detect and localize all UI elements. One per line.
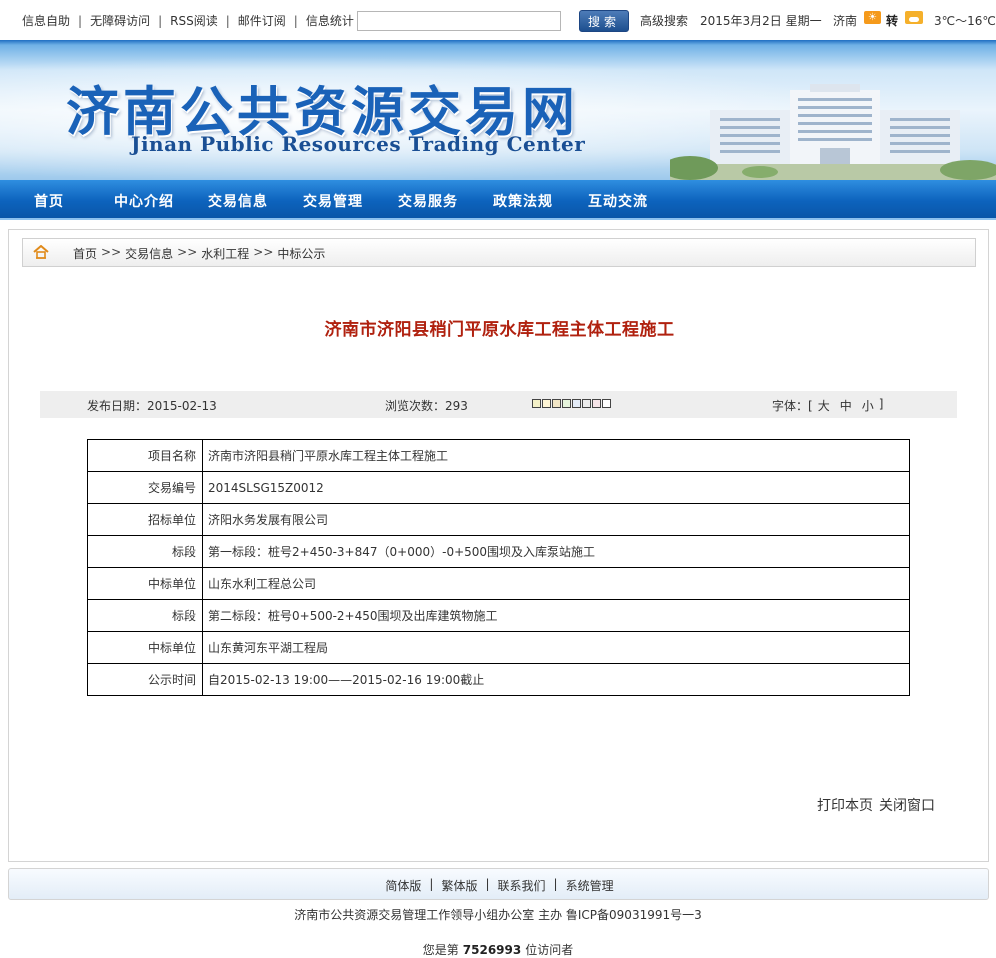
breadcrumb-separator: >> — [177, 245, 198, 259]
font-size-label: 字体：[ — [772, 399, 813, 413]
font-size-small[interactable]: 小 — [857, 397, 879, 414]
color-swatch[interactable] — [562, 399, 571, 408]
table-row: 标段 第一标段：桩号2+450-3+847（0+000）-0+500围坝及入库泵站… — [87, 535, 910, 568]
table-row: 公示时间 自2015-02-13 19:00——2015-02-16 19:00截… — [87, 663, 910, 696]
footer-bar: 简体版 | 繁体版 | 联系我们 | 系统管理 — [8, 868, 989, 900]
nav-interaction[interactable]: 互动交流 — [588, 191, 648, 211]
footer-link-admin[interactable]: 系统管理 — [566, 877, 614, 894]
table-row: 标段 第二标段：桩号0+500-2+450围坝及出库建筑物施工 — [87, 599, 910, 632]
nav-trade-service[interactable]: 交易服务 — [398, 191, 458, 211]
top-link-statistics[interactable]: 信息统计 — [298, 12, 362, 29]
breadcrumb-separator: >> — [101, 245, 122, 259]
color-swatch[interactable] — [532, 399, 541, 408]
breadcrumb-trade-info[interactable]: 交易信息 — [125, 245, 173, 262]
article-info-bar: 发布日期：2015-02-13 浏览次数：293 字体：[ 大 中 小 ] — [40, 391, 957, 418]
government-building-image — [670, 84, 996, 180]
font-size-large[interactable]: 大 — [813, 397, 835, 414]
top-link-info-self-service[interactable]: 信息自助 — [14, 12, 78, 29]
close-window-link[interactable]: 关闭窗口 — [879, 795, 935, 815]
breadcrumb-award-notice[interactable]: 中标公示 — [277, 245, 325, 262]
top-link-accessibility[interactable]: 无障碍访问 — [82, 12, 158, 29]
color-swatch[interactable] — [582, 399, 591, 408]
advanced-search-link[interactable]: 高级搜索 — [640, 12, 688, 29]
table-row: 招标单位 济阳水务发展有限公司 — [87, 503, 910, 536]
row-label: 标段 — [87, 535, 203, 568]
visitor-prefix: 您是第 — [422, 943, 459, 957]
font-size-selector: 字体：[ 大 中 小 ] — [772, 397, 883, 414]
top-link-rss[interactable]: RSS阅读 — [162, 12, 226, 29]
color-swatch[interactable] — [542, 399, 551, 408]
row-value: 济南市济阳县稍门平原水库工程主体工程施工 — [202, 439, 910, 472]
nav-trade-management[interactable]: 交易管理 — [303, 191, 363, 211]
breadcrumb-separator: >> — [253, 245, 274, 259]
row-value: 第一标段：桩号2+450-3+847（0+000）-0+500围坝及入库泵站施工 — [202, 535, 910, 568]
font-size-medium[interactable]: 中 — [835, 397, 857, 414]
publish-date: 发布日期：2015-02-13 — [87, 399, 217, 413]
color-swatch[interactable] — [572, 399, 581, 408]
row-label: 招标单位 — [87, 503, 203, 536]
row-value: 2014SLSG15Z0012 — [202, 471, 910, 504]
table-row: 中标单位 山东黄河东平湖工程局 — [87, 631, 910, 664]
footer-link-simplified[interactable]: 简体版 — [385, 877, 421, 894]
footer-separator: | — [429, 877, 434, 891]
color-swatch[interactable] — [602, 399, 611, 408]
content-frame: 首页 >> 交易信息 >> 水利工程 >> 中标公示 济南市济阳县稍门平原水库工… — [8, 229, 989, 862]
footer-separator: | — [485, 877, 490, 891]
breadcrumb-bar: 首页 >> 交易信息 >> 水利工程 >> 中标公示 — [22, 238, 976, 267]
search-input[interactable] — [357, 11, 561, 31]
nav-home[interactable]: 首页 — [34, 191, 64, 211]
footer-organization: 济南市公共资源交易管理工作领导小组办公室 主办 鲁ICP备09031991号一3 — [294, 908, 702, 922]
article-title: 济南市济阳县稍门平原水库工程主体工程施工 — [324, 320, 675, 340]
top-link-email-subscribe[interactable]: 邮件订阅 — [230, 12, 294, 29]
top-bar: 信息自助 | 无障碍访问 | RSS阅读 | 邮件订阅 | 信息统计 搜索 高级… — [0, 0, 996, 40]
breadcrumb: 首页 >> 交易信息 >> 水利工程 >> 中标公示 — [73, 245, 325, 262]
background-color-picker — [532, 399, 612, 408]
nav-policies[interactable]: 政策法规 — [493, 191, 553, 211]
temperature: 3℃～16℃ — [934, 14, 996, 28]
row-value: 山东水利工程总公司 — [202, 567, 910, 600]
row-value: 山东黄河东平湖工程局 — [202, 631, 910, 664]
row-label: 中标单位 — [87, 567, 203, 600]
print-page-link[interactable]: 打印本页 — [817, 795, 873, 815]
footer-separator: | — [553, 877, 558, 891]
weather-change-text: 转 — [886, 14, 899, 28]
font-size-close-bracket: ] — [878, 397, 884, 411]
breadcrumb-home[interactable]: 首页 — [73, 245, 97, 262]
breadcrumb-water-engineering[interactable]: 水利工程 — [201, 245, 249, 262]
cloudy-weather-icon — [905, 11, 923, 24]
home-icon[interactable] — [33, 245, 49, 259]
row-label: 标段 — [87, 599, 203, 632]
row-value: 自2015-02-13 19:00——2015-02-16 19:00截止 — [202, 663, 910, 696]
nav-center-intro[interactable]: 中心介绍 — [114, 191, 174, 211]
top-links: 信息自助 | 无障碍访问 | RSS阅读 | 邮件订阅 | 信息统计 — [14, 12, 362, 29]
footer-link-contact[interactable]: 联系我们 — [498, 877, 546, 894]
view-count: 浏览次数：293 — [385, 399, 468, 413]
row-label: 公示时间 — [87, 663, 203, 696]
row-value: 济阳水务发展有限公司 — [202, 503, 910, 536]
weather-city: 济南 — [833, 14, 858, 28]
table-row: 中标单位 山东水利工程总公司 — [87, 567, 910, 600]
visitor-suffix: 位访问者 — [525, 943, 574, 957]
footer-link-traditional[interactable]: 繁体版 — [441, 877, 477, 894]
sun-weather-icon: ☀ — [864, 11, 881, 24]
footer-links: 简体版 | 繁体版 | 联系我们 | 系统管理 — [9, 877, 990, 894]
row-label: 交易编号 — [87, 471, 203, 504]
row-label: 项目名称 — [87, 439, 203, 472]
row-value: 第二标段：桩号0+500-2+450围坝及出库建筑物施工 — [202, 599, 910, 632]
visitor-counter: 您是第 7526993 位访问者 — [0, 941, 996, 958]
color-swatch[interactable] — [552, 399, 561, 408]
site-banner: 济南公共资源交易网 Jinan Public Resources Trading… — [0, 40, 996, 180]
table-row: 交易编号 2014SLSG15Z0012 — [87, 471, 910, 504]
award-detail-table: 项目名称 济南市济阳县稍门平原水库工程主体工程施工 交易编号 2014SLSG15Z0… — [87, 439, 910, 696]
visitor-count: 7526993 — [462, 943, 522, 957]
row-label: 中标单位 — [87, 631, 203, 664]
current-date: 2015年3月2日 星期一 — [700, 14, 822, 28]
table-row: 项目名称 济南市济阳县稍门平原水库工程主体工程施工 — [87, 439, 910, 472]
main-nav: 首页 中心介绍 交易信息 交易管理 交易服务 政策法规 互动交流 — [0, 180, 996, 220]
nav-trade-info[interactable]: 交易信息 — [208, 191, 268, 211]
site-subtitle: Jinan Public Resources Trading Center — [131, 132, 586, 156]
color-swatch[interactable] — [592, 399, 601, 408]
search-button[interactable]: 搜索 — [579, 10, 629, 32]
